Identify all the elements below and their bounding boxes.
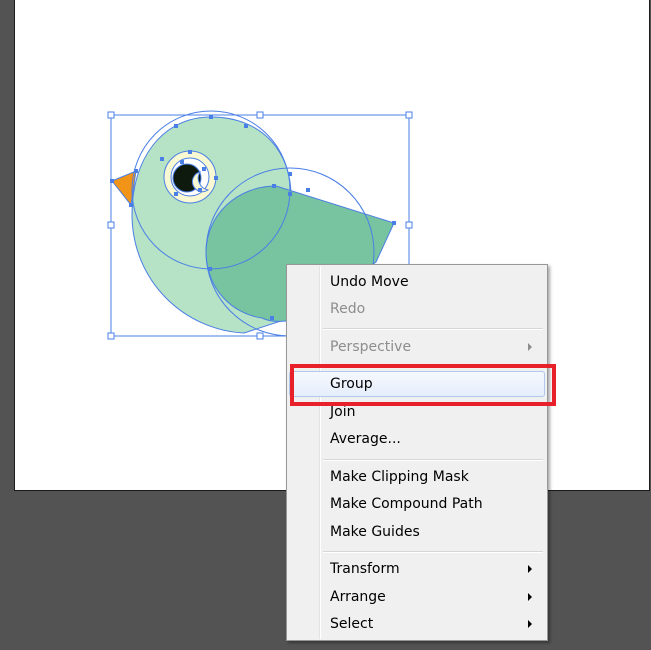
menu-item-label: Perspective <box>330 339 412 355</box>
menu-item-average[interactable]: Average... <box>289 426 545 452</box>
submenu-arrow-icon <box>528 343 532 351</box>
menu-item-make-guides[interactable]: Make Guides <box>289 519 545 545</box>
menu-separator <box>323 328 543 330</box>
menu-separator <box>323 551 543 553</box>
menu-separator <box>323 459 543 461</box>
menu-item-perspective[interactable]: Perspective <box>289 334 545 360</box>
menu-item-label: Undo Move <box>330 274 409 290</box>
menu-item-redo[interactable]: Redo <box>289 296 545 322</box>
submenu-arrow-icon <box>528 620 532 628</box>
menu-item-label: Select <box>330 616 374 632</box>
context-menu: Undo Move Redo Perspective Group Join Av… <box>286 264 548 641</box>
submenu-arrow-icon <box>528 565 532 573</box>
menu-item-label: Make Compound Path <box>330 496 483 512</box>
menu-item-label: Transform <box>330 561 400 577</box>
menu-item-transform[interactable]: Transform <box>289 556 545 582</box>
menu-item-label: Redo <box>330 301 366 317</box>
menu-item-label: Average... <box>330 431 401 447</box>
menu-item-label: Arrange <box>330 589 386 605</box>
menu-item-undo-move[interactable]: Undo Move <box>289 269 545 295</box>
group-callout-highlight <box>290 364 556 406</box>
menu-item-label: Make Guides <box>330 524 420 540</box>
menu-item-make-clipping-mask[interactable]: Make Clipping Mask <box>289 464 545 490</box>
menu-item-label: Make Clipping Mask <box>330 469 469 485</box>
submenu-arrow-icon <box>528 593 532 601</box>
menu-item-select[interactable]: Select <box>289 611 545 637</box>
menu-item-make-compound-path[interactable]: Make Compound Path <box>289 491 545 517</box>
menu-item-arrange[interactable]: Arrange <box>289 584 545 610</box>
